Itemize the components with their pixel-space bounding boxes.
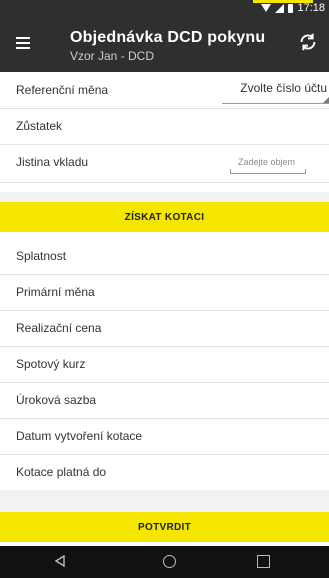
quote-created-row: Datum vytvoření kotace: [0, 418, 329, 455]
deposit-principal-label: Jistina vkladu: [16, 155, 89, 169]
account-select[interactable]: Zvolte číslo účtu: [222, 81, 329, 104]
primary-currency-row: Primární měna: [0, 274, 329, 311]
page-subtitle: Vzor Jan - DCD: [70, 49, 155, 63]
strike-price-row: Realizační cena: [0, 310, 329, 347]
strike-price-label: Realizační cena: [16, 321, 102, 335]
status-icons: 17:18: [261, 2, 325, 14]
primary-currency-label: Primární měna: [16, 285, 95, 299]
battery-icon: [288, 3, 294, 13]
spot-rate-label: Spotový kurz: [16, 357, 86, 371]
status-time: 17:18: [297, 2, 325, 14]
reference-currency-row: Referenční měna Zvolte číslo účtu: [0, 72, 329, 109]
spot-rate-row: Spotový kurz: [0, 346, 329, 383]
dropdown-arrow-icon: [323, 97, 329, 103]
get-quote-button[interactable]: ZÍSKAT KOTACI: [0, 202, 329, 232]
wifi-icon: [261, 4, 272, 12]
section-gap: [0, 192, 329, 202]
system-nav-bar: [0, 546, 329, 578]
quote-valid-until-label: Kotace platná do: [16, 465, 107, 479]
page-title: Objednávka DCD pokynu: [70, 29, 266, 46]
recent-apps-icon[interactable]: [257, 555, 270, 568]
refresh-icon[interactable]: [297, 31, 319, 53]
interest-rate-row: Úroková sazba: [0, 382, 329, 419]
volume-input-placeholder: Zadejte objem: [238, 157, 296, 167]
volume-input[interactable]: Zadejte objem: [230, 153, 306, 174]
interest-rate-label: Úroková sazba: [16, 393, 97, 407]
order-form: Referenční měna Zvolte číslo účtu Zůstat…: [0, 72, 329, 560]
reference-currency-label: Referenční měna: [16, 83, 109, 97]
home-icon[interactable]: [163, 555, 176, 568]
balance-row: Zůstatek: [0, 108, 329, 145]
status-bar: 17:18: [0, 0, 329, 16]
balance-label: Zůstatek: [16, 119, 63, 133]
account-select-value: Zvolte číslo účtu: [240, 81, 327, 95]
quote-created-label: Datum vytvoření kotace: [16, 429, 143, 443]
confirm-button[interactable]: POTVRDIT: [0, 512, 329, 542]
menu-icon[interactable]: [16, 37, 30, 49]
back-icon[interactable]: [54, 555, 66, 567]
deposit-principal-row: Jistina vkladu Zadejte objem: [0, 144, 329, 183]
quote-valid-until-row: Kotace platná do: [0, 454, 329, 491]
section-gap-bottom: [0, 490, 329, 512]
maturity-row: Splatnost: [0, 238, 329, 275]
maturity-label: Splatnost: [16, 249, 67, 263]
app-bar: Objednávka DCD pokynu Vzor Jan - DCD: [0, 16, 329, 72]
signal-icon: [275, 3, 285, 13]
